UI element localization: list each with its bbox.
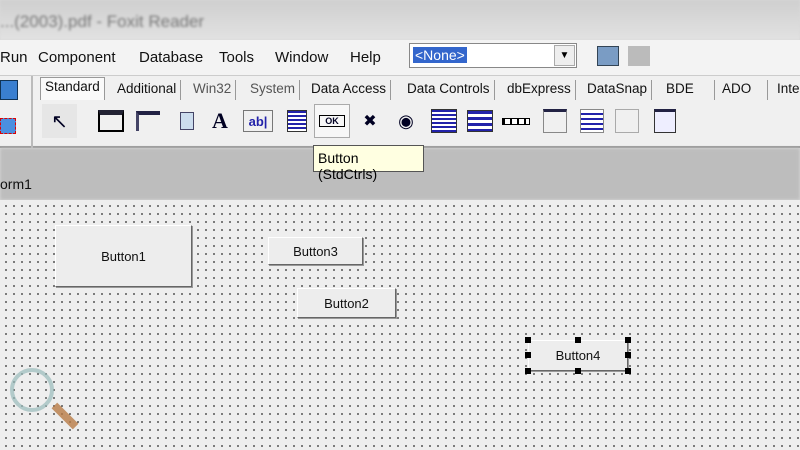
project-icon[interactable] bbox=[0, 80, 18, 100]
menu-tools[interactable]: Tools bbox=[219, 49, 254, 66]
checkbox-icon[interactable]: ✖ bbox=[355, 106, 385, 136]
resize-handle[interactable] bbox=[525, 337, 531, 343]
component-combo[interactable]: <None> ▼ bbox=[409, 43, 577, 68]
magnifier-icon bbox=[10, 368, 54, 412]
tab-additional[interactable]: Additional bbox=[113, 80, 182, 100]
frames-icon[interactable] bbox=[96, 106, 126, 136]
tooltip: Button (StdCtrls) bbox=[313, 145, 424, 182]
menu-component[interactable]: Component bbox=[38, 49, 116, 66]
menu-run[interactable]: Run bbox=[0, 49, 28, 66]
button-icon[interactable]: OK bbox=[314, 104, 350, 138]
resize-handle[interactable] bbox=[575, 368, 581, 374]
listbox-icon[interactable] bbox=[429, 106, 459, 136]
edit-icon[interactable]: ab| bbox=[243, 110, 273, 132]
tab-internet[interactable]: Inte bbox=[773, 80, 800, 100]
form-caption: orm1 bbox=[0, 176, 32, 192]
actionlist-icon[interactable] bbox=[650, 106, 680, 136]
pointer-icon[interactable]: ↖ bbox=[42, 104, 77, 138]
tab-dbexpress[interactable]: dbExpress bbox=[503, 80, 576, 100]
resize-handle[interactable] bbox=[525, 352, 531, 358]
magnifier-handle bbox=[51, 402, 79, 430]
new-item-icon[interactable] bbox=[597, 46, 619, 66]
button1[interactable]: Button1 bbox=[55, 225, 192, 287]
resize-handle[interactable] bbox=[625, 352, 631, 358]
button4-selected[interactable]: Button4 bbox=[528, 340, 628, 371]
menu-database[interactable]: Database bbox=[139, 49, 203, 66]
resize-handle[interactable] bbox=[575, 337, 581, 343]
menu-bar: Run Component Database Tools Window Help bbox=[0, 40, 800, 76]
menu-help[interactable]: Help bbox=[350, 49, 381, 66]
tab-bde[interactable]: BDE bbox=[662, 80, 715, 100]
memo-icon[interactable] bbox=[282, 106, 312, 136]
form-designer[interactable]: Button1 Button3 Button2 Button4 bbox=[0, 200, 800, 450]
tab-data-controls[interactable]: Data Controls bbox=[403, 80, 495, 100]
label-icon[interactable]: A bbox=[205, 106, 235, 136]
tab-ado[interactable]: ADO bbox=[718, 80, 768, 100]
panel-icon[interactable] bbox=[612, 106, 642, 136]
chevron-down-icon[interactable]: ▼ bbox=[554, 45, 575, 66]
tab-data-access[interactable]: Data Access bbox=[307, 80, 392, 100]
button3[interactable]: Button3 bbox=[268, 237, 363, 265]
forward-icon[interactable] bbox=[628, 46, 650, 66]
radiobutton-icon[interactable]: ◉ bbox=[391, 106, 421, 136]
combo-value: <None> bbox=[413, 47, 467, 63]
window-title-bar: ...(2003).pdf - Foxit Reader bbox=[0, 0, 800, 40]
resize-handle[interactable] bbox=[525, 368, 531, 374]
menu-window[interactable]: Window bbox=[275, 49, 328, 66]
resize-handle[interactable] bbox=[625, 368, 631, 374]
tab-datasnap[interactable]: DataSnap bbox=[583, 80, 653, 100]
tab-system[interactable]: System bbox=[246, 80, 301, 100]
tab-win32[interactable]: Win32 bbox=[189, 80, 237, 100]
radiogroup-icon[interactable] bbox=[577, 106, 607, 136]
mainmenu-icon[interactable] bbox=[133, 106, 163, 136]
window-title: ...(2003).pdf - Foxit Reader bbox=[0, 12, 205, 31]
component-palette: Standard Additional Win32 System Data Ac… bbox=[0, 76, 800, 148]
tab-standard[interactable]: Standard bbox=[40, 77, 105, 100]
popupmenu-icon[interactable] bbox=[172, 106, 202, 136]
button2[interactable]: Button2 bbox=[297, 288, 396, 318]
combobox-icon[interactable] bbox=[465, 106, 495, 136]
resize-handle[interactable] bbox=[625, 337, 631, 343]
button-icon-label: OK bbox=[319, 115, 345, 127]
scrollbar-icon[interactable] bbox=[501, 106, 531, 136]
component-icon[interactable] bbox=[0, 118, 16, 134]
groupbox-icon[interactable] bbox=[540, 106, 570, 136]
